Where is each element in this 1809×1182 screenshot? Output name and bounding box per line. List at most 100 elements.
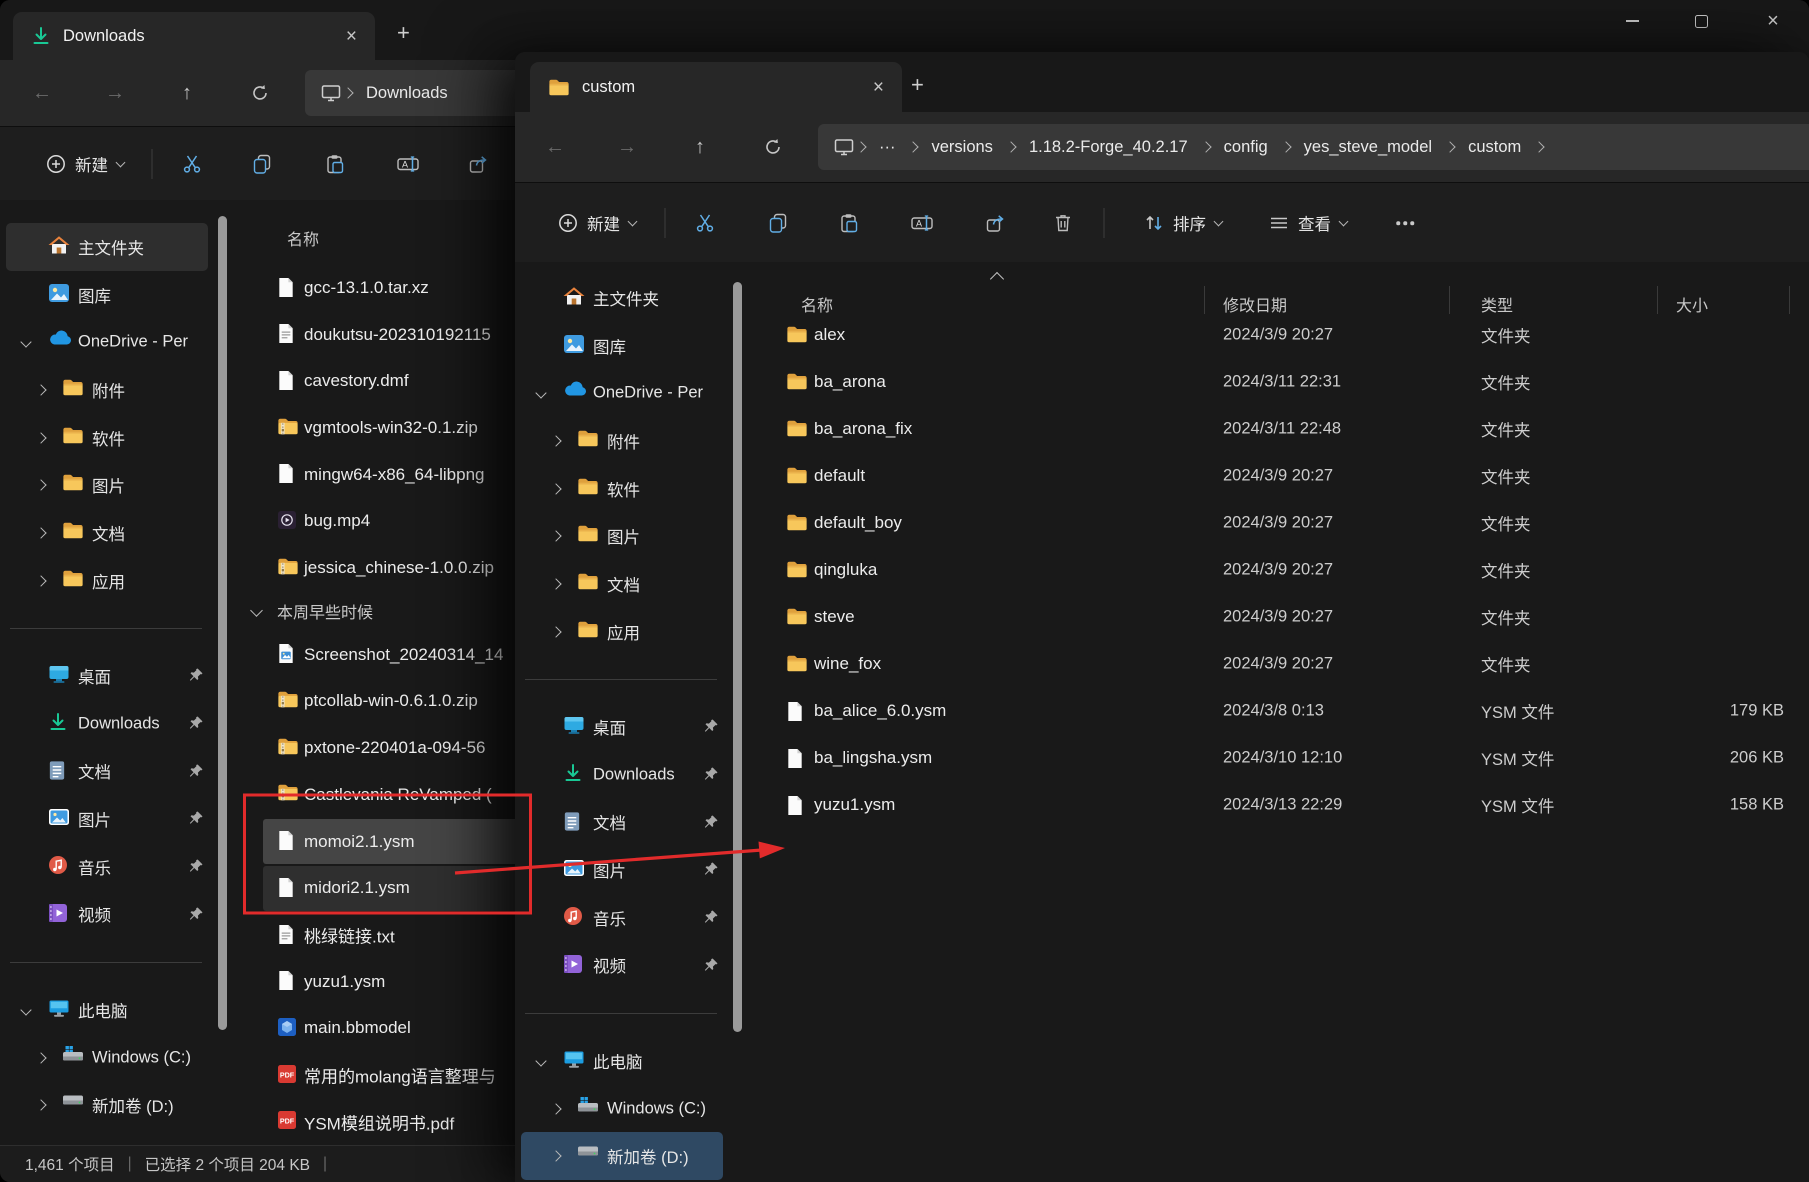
breadcrumb-item[interactable]: 1.18.2-Forge_40.2.17 [1018,138,1199,157]
sidebar-item-videos[interactable]: 视频 [6,891,208,939]
file-row[interactable]: qingluka2024/3/9 20:27文件夹 [762,547,1809,594]
sidebar-item-music[interactable]: 音乐 [521,894,723,942]
chevron-right-icon[interactable] [1534,141,1545,152]
sidebar-item-pictures[interactable]: 图片 [521,846,723,894]
sidebar-item-thispc[interactable]: 此电脑 [6,986,208,1034]
copy-icon[interactable] [252,154,272,174]
sidebar-scrollbar[interactable] [733,282,742,1032]
file-row[interactable]: default2024/3/9 20:27文件夹 [762,453,1809,500]
sidebar-item-desktop[interactable]: 桌面 [521,703,723,751]
file-row[interactable]: yuzu1.ysm2024/3/13 22:29YSM 文件158 KB [762,782,1809,829]
file-row[interactable]: ba_lingsha.ysm2024/3/10 12:10YSM 文件206 K… [762,735,1809,782]
sidebar-item-drive[interactable]: 新加卷 (D:) [6,1081,208,1129]
chevron-right-icon[interactable] [35,480,46,491]
up-icon[interactable]: ↑ [695,137,705,157]
chevron-right-icon[interactable] [35,432,46,443]
up-icon[interactable]: ↑ [182,83,192,103]
chevron-right-icon[interactable] [550,1151,561,1162]
paste-icon[interactable] [839,213,859,233]
chevron-down-icon[interactable] [250,605,263,618]
chevron-down-icon[interactable] [535,1055,546,1066]
breadcrumb-item[interactable]: versions [920,138,1003,157]
sidebar-item-drive-windows[interactable]: Windows (C:) [6,1034,208,1082]
chevron-right-icon[interactable] [550,483,561,494]
minimize-button[interactable] [1607,6,1657,36]
sidebar-item-onedrive[interactable]: OneDrive - Per [6,318,208,366]
sidebar-item-folder[interactable]: 文档 [521,560,723,608]
chevron-right-icon[interactable] [35,1100,46,1111]
sidebar-scrollbar[interactable] [218,216,227,1030]
new-tab-button[interactable]: + [911,74,924,96]
column-header-name[interactable]: 名称 [287,226,319,250]
chevron-down-icon[interactable] [20,337,31,348]
sidebar-item-folder[interactable]: 应用 [6,557,208,605]
forward-icon[interactable]: → [105,83,125,103]
sidebar-item-videos[interactable]: 视频 [521,942,723,990]
sidebar-item-downloads[interactable]: Downloads [6,700,208,748]
sidebar-item-downloads[interactable]: Downloads [521,751,723,799]
tab-close-icon[interactable]: × [346,27,357,46]
view-button[interactable]: 查看 [1269,211,1347,235]
maximize-button[interactable] [1676,6,1726,36]
tab-close-icon[interactable]: × [873,78,884,97]
sidebar-item-thispc[interactable]: 此电脑 [521,1037,723,1085]
chevron-down-icon[interactable] [20,1004,31,1015]
chevron-right-icon[interactable] [550,531,561,542]
sidebar-item-pictures[interactable]: 图片 [6,795,208,843]
new-tab-button[interactable]: + [397,22,410,44]
address-bar[interactable]: ··· versions 1.18.2-Forge_40.2.17 config yes… [818,124,1809,170]
refresh-icon[interactable] [764,138,782,156]
chevron-right-icon[interactable] [550,626,561,637]
file-row[interactable]: default_boy2024/3/9 20:27文件夹 [762,500,1809,547]
copy-icon[interactable] [768,213,788,233]
cut-icon[interactable] [182,154,202,174]
tab-downloads[interactable]: Downloads × [13,12,375,60]
chevron-right-icon[interactable] [550,578,561,589]
back-icon[interactable]: ← [32,83,52,103]
column-divider[interactable] [1449,286,1450,314]
sidebar-item-desktop[interactable]: 桌面 [6,652,208,700]
file-row[interactable]: steve2024/3/9 20:27文件夹 [762,594,1809,641]
breadcrumb-item[interactable]: Downloads [355,84,459,103]
sidebar-item-folder[interactable]: 图片 [521,512,723,560]
share-icon[interactable] [985,213,1005,233]
close-button[interactable]: × [1748,6,1798,36]
sidebar-item-drive-windows[interactable]: Windows (C:) [521,1085,723,1133]
sidebar-item-home[interactable]: 主文件夹 [521,274,723,322]
chevron-right-icon[interactable] [550,1103,561,1114]
paste-icon[interactable] [325,154,345,174]
rename-icon[interactable]: A [911,213,933,233]
delete-icon[interactable] [1054,213,1072,233]
more-options-icon[interactable] [1396,221,1414,225]
sort-button[interactable]: 排序 [1144,211,1222,235]
chevron-down-icon[interactable] [535,388,546,399]
tab-custom[interactable]: custom × [530,62,902,112]
sidebar-item-music[interactable]: 音乐 [6,843,208,891]
breadcrumb-item[interactable]: config [1213,138,1279,157]
breadcrumb-item[interactable]: ··· [868,138,906,157]
sidebar-item-folder[interactable]: 应用 [521,608,723,656]
sidebar-item-drive[interactable]: 新加卷 (D:) [521,1132,723,1180]
chevron-right-icon[interactable] [550,435,561,446]
column-divider[interactable] [1789,286,1790,314]
chevron-right-icon[interactable] [35,384,46,395]
forward-icon[interactable]: → [617,137,637,157]
share-icon[interactable] [468,154,488,174]
back-icon[interactable]: ← [545,137,565,157]
sidebar-item-folder[interactable]: 图片 [6,461,208,509]
sidebar-item-documents[interactable]: 文档 [521,799,723,847]
file-row[interactable]: ba_alice_6.0.ysm2024/3/8 0:13YSM 文件179 K… [762,688,1809,735]
file-row[interactable]: ba_arona2024/3/11 22:31文件夹 [762,359,1809,406]
sidebar-item-gallery[interactable]: 图库 [6,271,208,319]
chevron-right-icon[interactable] [35,575,46,586]
new-button[interactable]: 新建 [46,152,124,176]
chevron-right-icon[interactable] [35,527,46,538]
rename-icon[interactable]: A [397,154,419,174]
breadcrumb-item[interactable]: yes_steve_model [1293,138,1443,157]
sidebar-item-documents[interactable]: 文档 [6,748,208,796]
file-row[interactable]: ba_arona_fix2024/3/11 22:48文件夹 [762,406,1809,453]
sidebar-item-folder[interactable]: 软件 [521,465,723,513]
breadcrumb-item[interactable]: custom [1457,138,1532,157]
sidebar-item-folder[interactable]: 附件 [6,366,208,414]
refresh-icon[interactable] [251,84,269,102]
